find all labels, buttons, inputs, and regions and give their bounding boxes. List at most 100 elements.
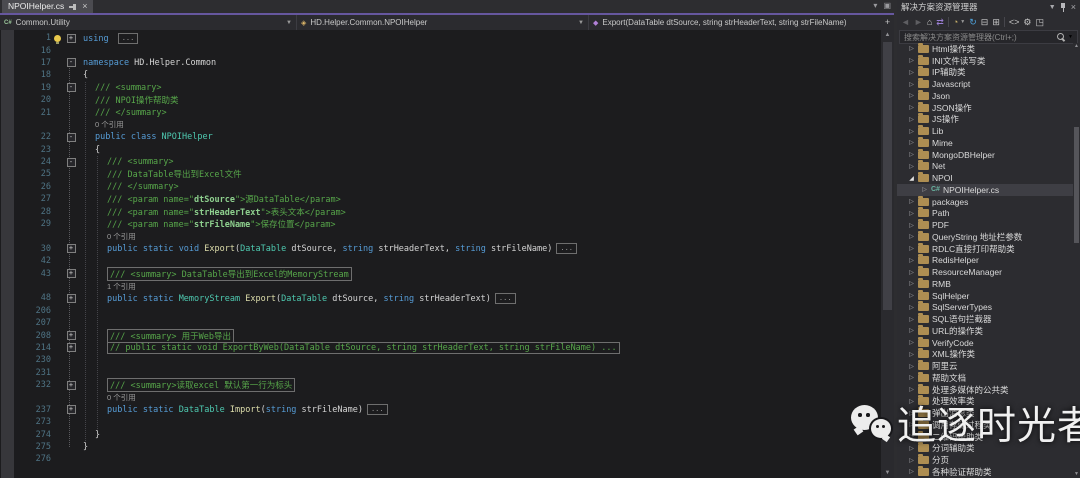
- expand-node-icon[interactable]: ▷: [907, 386, 916, 393]
- expand-node-icon[interactable]: ▷: [907, 280, 916, 287]
- tree-item[interactable]: ▷XML操作类: [897, 349, 1073, 361]
- collapse-region-icon[interactable]: -: [67, 83, 76, 92]
- tree-item[interactable]: ◢NPOI: [897, 172, 1073, 184]
- tree-item[interactable]: ▷各种验证帮助类: [897, 466, 1073, 478]
- split-editor-handle[interactable]: +: [881, 15, 894, 30]
- expand-node-icon[interactable]: ▷: [907, 233, 916, 240]
- expand-node-icon[interactable]: ▷: [907, 363, 916, 370]
- search-options-icon[interactable]: ▼: [1068, 34, 1073, 40]
- scroll-down-icon[interactable]: ▼: [881, 468, 894, 478]
- expand-node-icon[interactable]: ▷: [920, 186, 929, 193]
- expand-node-icon[interactable]: ▷: [907, 398, 916, 405]
- tab-npoihelper[interactable]: NPOIHelper.cs ×: [2, 0, 93, 13]
- tree-item-selected[interactable]: ▷C#NPOIHelper.cs: [897, 184, 1073, 196]
- collapsed-region-box[interactable]: /// <summary>读取excel 默认第一行为标头: [107, 378, 295, 392]
- expand-node-icon[interactable]: ▷: [907, 410, 916, 417]
- expand-node-icon[interactable]: ▷: [907, 316, 916, 323]
- collapse-region-icon[interactable]: -: [67, 158, 76, 167]
- collapse-region-icon[interactable]: -: [67, 133, 76, 142]
- expand-node-icon[interactable]: ▷: [907, 457, 916, 464]
- home-icon[interactable]: ⌂: [927, 16, 932, 28]
- properties-icon[interactable]: ⚙: [1023, 16, 1031, 28]
- quick-actions-lightbulb-icon[interactable]: [54, 35, 61, 42]
- scroll-up-icon[interactable]: ▲: [1073, 43, 1080, 50]
- expand-node-icon[interactable]: ▷: [907, 339, 916, 346]
- tree-item[interactable]: ▷Path: [897, 208, 1073, 220]
- collapsed-region-box[interactable]: // public static void ExportByWeb(DataTa…: [107, 342, 620, 354]
- collapse-node-icon[interactable]: ◢: [907, 175, 916, 182]
- expand-node-icon[interactable]: ▷: [907, 116, 916, 123]
- tree-item[interactable]: ▷SqlHelper: [897, 290, 1073, 302]
- expand-node-icon[interactable]: ▷: [907, 269, 916, 276]
- expand-node-icon[interactable]: ▷: [907, 433, 916, 440]
- tree-item[interactable]: ▷SqlServerTypes: [897, 302, 1073, 314]
- tree-item[interactable]: ▷RMB: [897, 278, 1073, 290]
- preview-selected-icon[interactable]: ◳: [1035, 16, 1044, 28]
- collapse-all-icon[interactable]: ⊟: [981, 16, 989, 28]
- view-code-icon[interactable]: <>: [1009, 16, 1020, 28]
- tree-item[interactable]: ▷处理效率类: [897, 396, 1073, 408]
- tree-item[interactable]: ▷分页: [897, 454, 1073, 466]
- window-position-icon[interactable]: ▼: [1049, 4, 1056, 11]
- member-dropdown[interactable]: ◆ Export(DataTable dtSource, string strH…: [589, 15, 894, 30]
- solution-search-box[interactable]: 搜索解决方案资源管理器(Ctrl+;) ▼: [899, 30, 1078, 44]
- tree-item[interactable]: ▷二维码帮助类: [897, 431, 1073, 443]
- expand-node-icon[interactable]: ▷: [907, 69, 916, 76]
- expand-node-icon[interactable]: ▷: [907, 257, 916, 264]
- expand-node-icon[interactable]: ▷: [907, 92, 916, 99]
- pending-changes-filter-icon[interactable]: ◔: [953, 16, 958, 28]
- codelens-references[interactable]: 1 个引用: [107, 282, 136, 291]
- tree-item[interactable]: ▷Json: [897, 90, 1073, 102]
- pin-tab-icon[interactable]: [69, 3, 77, 10]
- tree-item[interactable]: ▷MongoDBHelper: [897, 149, 1073, 161]
- expand-node-icon[interactable]: ▷: [907, 139, 916, 146]
- tree-item[interactable]: ▷JS操作: [897, 114, 1073, 126]
- collapsed-code-icon[interactable]: ...: [556, 243, 577, 254]
- show-all-files-icon[interactable]: ⊞: [992, 16, 1000, 28]
- tree-item[interactable]: ▷处理多媒体的公共类: [897, 384, 1073, 396]
- tree-item[interactable]: ▷IP辅助类: [897, 67, 1073, 79]
- collapsed-code-icon[interactable]: ...: [495, 293, 516, 304]
- document-list-dropdown-icon[interactable]: ▾: [873, 1, 877, 10]
- expand-node-icon[interactable]: ▷: [907, 327, 916, 334]
- tree-item[interactable]: ▷packages: [897, 196, 1073, 208]
- codelens-references[interactable]: 0 个引用: [107, 232, 136, 241]
- tree-item[interactable]: ▷分词辅助类: [897, 443, 1073, 455]
- expand-node-icon[interactable]: ▷: [907, 421, 916, 428]
- tree-item[interactable]: ▷ResourceManager: [897, 266, 1073, 278]
- close-tab-icon[interactable]: ×: [82, 2, 87, 11]
- tree-item[interactable]: ▷帮助文档: [897, 372, 1073, 384]
- type-dropdown[interactable]: ◈ HD.Helper.Common.NPOIHelper ▼: [297, 15, 589, 30]
- tree-item[interactable]: ▷弹出消息类: [897, 407, 1073, 419]
- expand-node-icon[interactable]: ▷: [907, 292, 916, 299]
- tree-item[interactable]: ▷RDLC直接打印帮助类: [897, 243, 1073, 255]
- expand-node-icon[interactable]: ▷: [907, 222, 916, 229]
- expand-node-icon[interactable]: ▷: [907, 151, 916, 158]
- scrollbar-thumb[interactable]: [1074, 127, 1079, 243]
- expand-node-icon[interactable]: ▷: [907, 304, 916, 311]
- search-icon[interactable]: [1056, 33, 1065, 42]
- float-window-icon[interactable]: ▣: [883, 1, 891, 10]
- collapsed-region-box[interactable]: /// <summary> 用于Web导出: [107, 329, 234, 343]
- collapse-region-icon[interactable]: -: [67, 58, 76, 67]
- expand-node-icon[interactable]: ▷: [907, 104, 916, 111]
- tree-vertical-scrollbar[interactable]: ▲ ▼: [1073, 43, 1080, 478]
- expand-region-icon[interactable]: +: [67, 244, 76, 253]
- sync-active-document-icon[interactable]: ↻: [969, 16, 977, 28]
- editor-vertical-scrollbar[interactable]: ▲ ▼: [881, 30, 894, 478]
- tree-item[interactable]: ▷阿里云: [897, 360, 1073, 372]
- expand-node-icon[interactable]: ▷: [907, 468, 916, 475]
- scroll-down-icon[interactable]: ▼: [1073, 471, 1080, 478]
- forward-icon[interactable]: ►: [914, 16, 923, 28]
- back-icon[interactable]: ◄: [901, 16, 910, 28]
- codelens-references[interactable]: 0 个引用: [95, 120, 124, 129]
- expand-node-icon[interactable]: ▷: [907, 245, 916, 252]
- tree-item[interactable]: ▷SQL语句拦截器: [897, 313, 1073, 325]
- expand-node-icon[interactable]: ▷: [907, 374, 916, 381]
- project-dropdown[interactable]: C# Common.Utility ▼: [0, 15, 297, 30]
- expand-region-icon[interactable]: +: [67, 405, 76, 414]
- expand-region-icon[interactable]: +: [67, 269, 76, 278]
- tree-item[interactable]: ▷JSON操作: [897, 102, 1073, 114]
- scroll-up-icon[interactable]: ▲: [881, 30, 894, 40]
- code-editor[interactable]: 1+using ...1617-namespace HD.Helper.Comm…: [0, 30, 881, 478]
